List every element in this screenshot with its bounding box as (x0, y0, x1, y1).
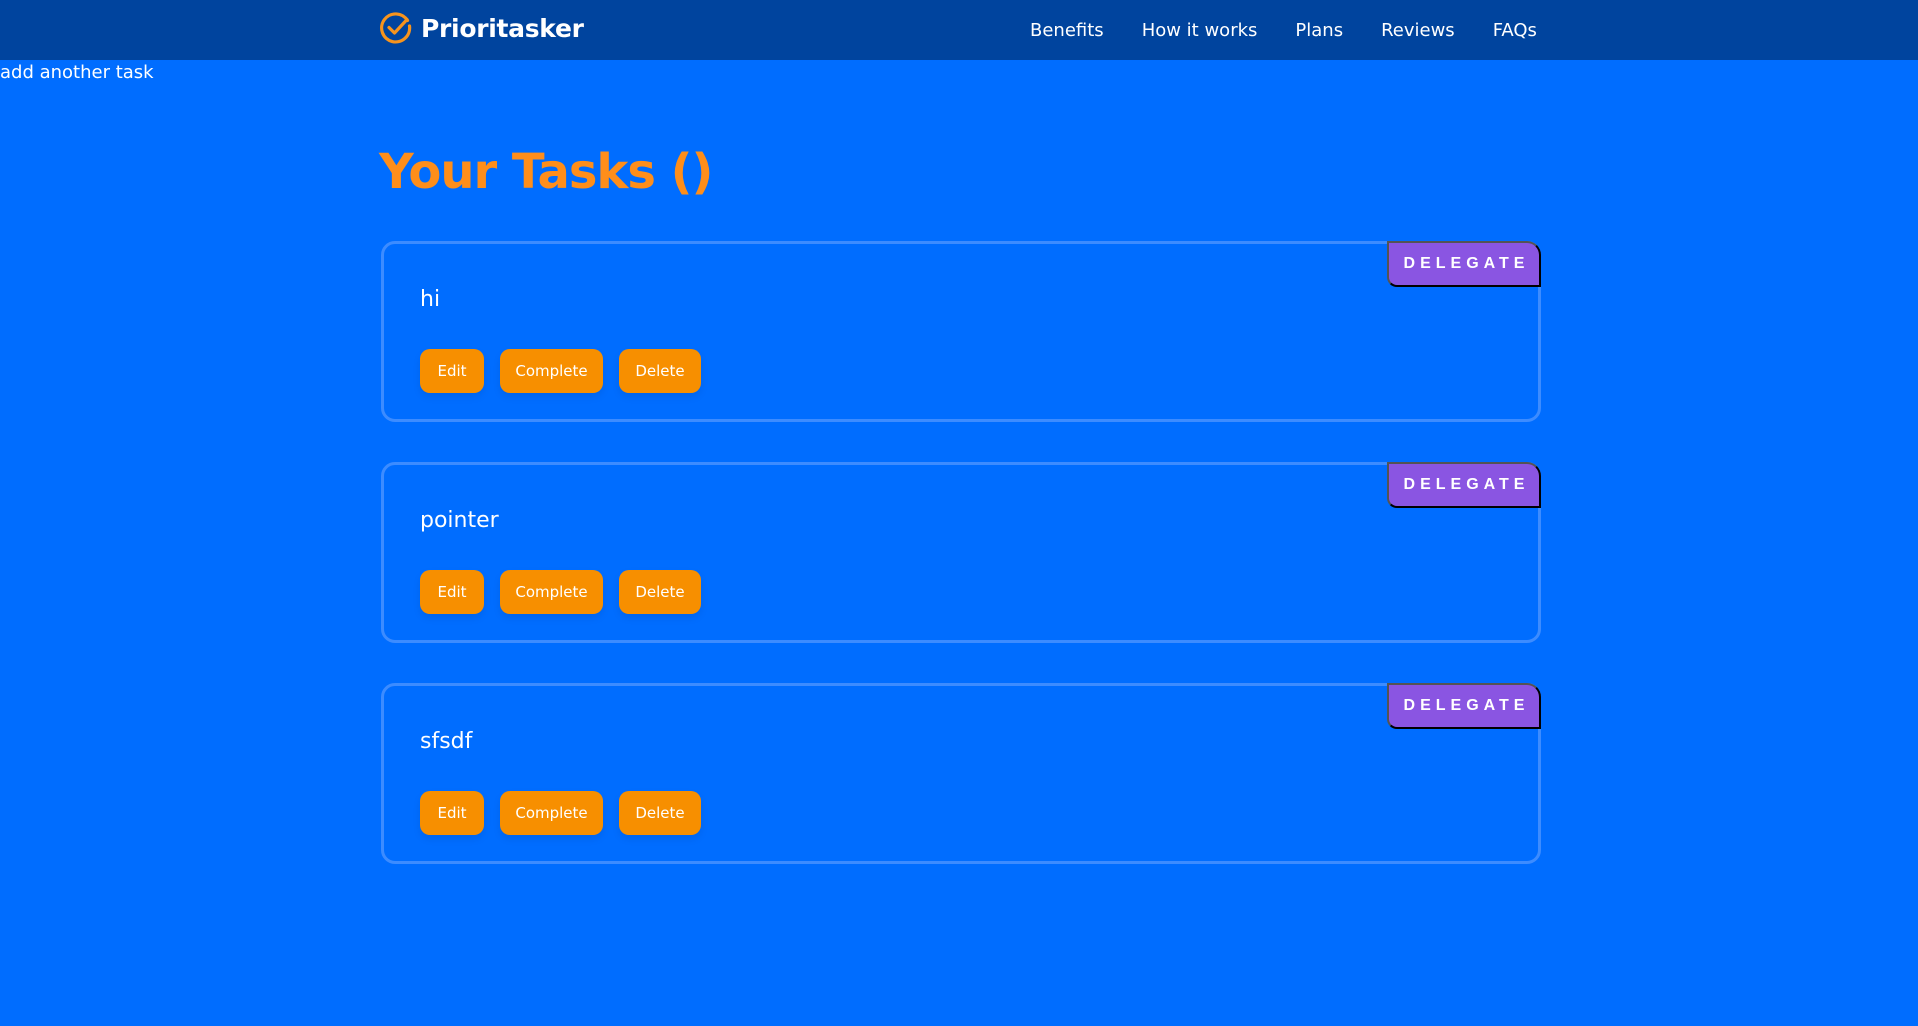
delete-button[interactable]: Delete (619, 349, 701, 393)
delegate-button[interactable]: DELEGATE (1387, 462, 1541, 508)
task-name: pointer (420, 508, 499, 533)
task-actions: Edit Complete Delete (420, 349, 701, 393)
edit-button[interactable]: Edit (420, 349, 484, 393)
nav-link-reviews[interactable]: Reviews (1381, 20, 1455, 41)
complete-button[interactable]: Complete (500, 349, 603, 393)
task-card: DELEGATE pointer Edit Complete Delete (381, 462, 1541, 643)
task-card: DELEGATE sfsdf Edit Complete Delete (381, 683, 1541, 864)
delegate-button[interactable]: DELEGATE (1387, 241, 1541, 287)
task-card: DELEGATE hi Edit Complete Delete (381, 241, 1541, 422)
nav-link-faqs[interactable]: FAQs (1493, 20, 1537, 41)
task-actions: Edit Complete Delete (420, 791, 701, 835)
brand-logo-link[interactable]: Prioritasker (379, 8, 584, 48)
complete-button[interactable]: Complete (500, 570, 603, 614)
page-title: Your Tasks () (379, 144, 713, 200)
task-name: hi (420, 287, 441, 312)
add-another-task-link[interactable]: add another task (0, 60, 154, 86)
complete-button[interactable]: Complete (500, 791, 603, 835)
delegate-button[interactable]: DELEGATE (1387, 683, 1541, 729)
check-circle-icon (380, 12, 412, 44)
task-list: DELEGATE hi Edit Complete Delete DELEGAT… (381, 241, 1541, 904)
nav-link-plans[interactable]: Plans (1295, 20, 1343, 41)
delete-button[interactable]: Delete (619, 570, 701, 614)
top-navbar: Prioritasker Benefits How it works Plans… (0, 0, 1918, 60)
edit-button[interactable]: Edit (420, 570, 484, 614)
task-actions: Edit Complete Delete (420, 570, 701, 614)
main-nav: Benefits How it works Plans Reviews FAQs (1030, 0, 1537, 60)
nav-link-benefits[interactable]: Benefits (1030, 20, 1104, 41)
edit-button[interactable]: Edit (420, 791, 484, 835)
nav-link-how-it-works[interactable]: How it works (1142, 20, 1258, 41)
task-name: sfsdf (420, 729, 473, 754)
brand-name: Prioritasker (421, 13, 584, 43)
delete-button[interactable]: Delete (619, 791, 701, 835)
